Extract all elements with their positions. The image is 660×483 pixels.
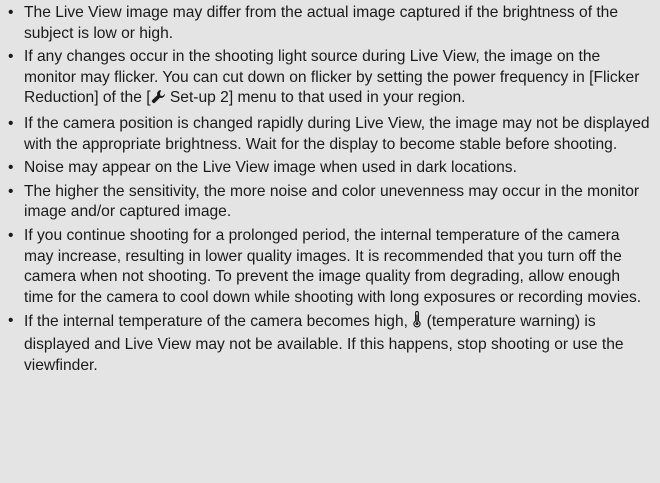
bullet: •: [8, 4, 14, 21]
note-text: The higher the sensitivity, the more noi…: [24, 182, 640, 221]
bullet: •: [8, 114, 14, 132]
list-item: • The Live View image may differ from th…: [8, 3, 650, 44]
bullet: •: [8, 159, 14, 177]
bullet: •: [8, 226, 14, 244]
list-item: • If any changes occur in the shooting l…: [8, 47, 650, 111]
note-text-continued: Set-up 2] menu to that used in your regi…: [165, 89, 466, 107]
note-text: If you continue shooting for a prolonged…: [24, 226, 642, 306]
list-item: • If the internal temperature of the cam…: [8, 311, 650, 376]
notes-panel: • The Live View image may differ from th…: [0, 0, 660, 483]
list-item: • If the camera position is changed rapi…: [8, 114, 650, 155]
note-text: The Live View image may differ from the …: [24, 4, 619, 42]
list-item: • If you continue shooting for a prolong…: [8, 226, 650, 308]
bullet: •: [8, 312, 14, 330]
note-text: If the internal temperature of the camer…: [24, 313, 413, 331]
list-item: • The higher the sensitivity, the more n…: [8, 182, 650, 223]
list-item: • Noise may appear on the Live View imag…: [8, 158, 650, 179]
note-text: If the camera position is changed rapidl…: [24, 114, 650, 153]
bullet: •: [8, 48, 14, 66]
wrench-icon: [151, 89, 166, 111]
notes-list: • The Live View image may differ from th…: [8, 3, 650, 376]
thermometer-icon: [412, 311, 422, 335]
bullet: •: [8, 182, 14, 200]
note-text: Noise may appear on the Live View image …: [24, 159, 517, 177]
